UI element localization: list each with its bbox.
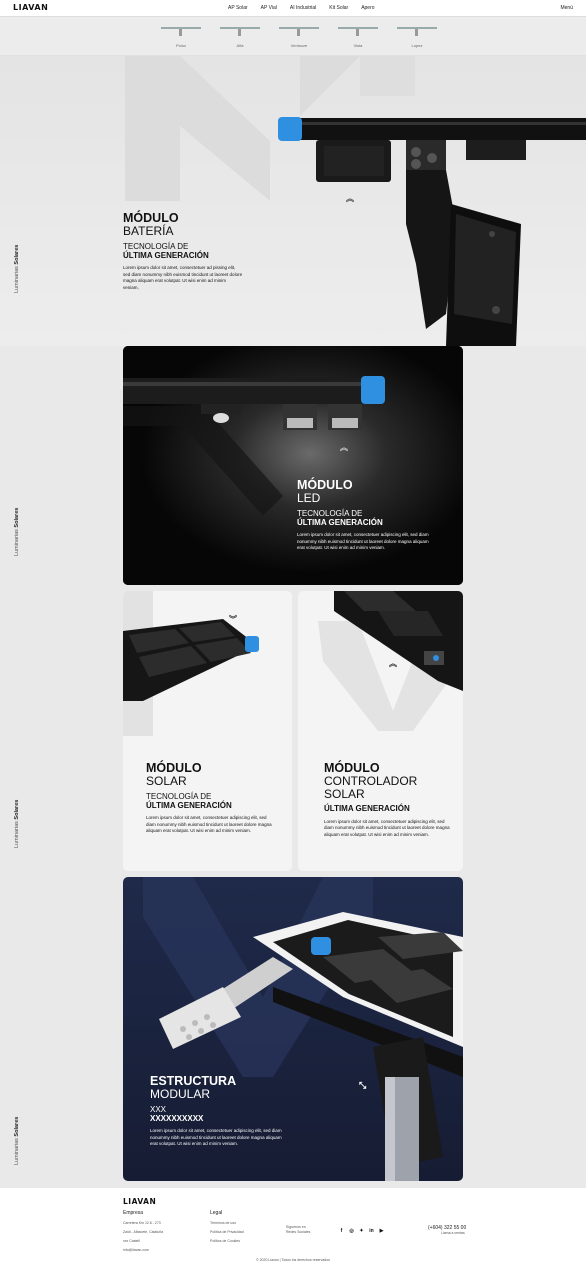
side-label: Luminarias Solares [14, 244, 20, 293]
product-subnav: Polux Alfa Ventuzze Vista Lopez [0, 17, 586, 56]
solar-sub2: ÚLTIMA GENERACIÓN [146, 800, 232, 810]
controlador-title-light: CONTROLADOR [324, 774, 418, 789]
controlador-title-light-2: SOLAR [324, 786, 365, 801]
footer-empresa-line: xxx Castell [123, 1239, 140, 1243]
footer-follow-line: Redes Sociales [286, 1230, 311, 1234]
footer-empresa-title: Empresa [123, 1210, 144, 1216]
footer-empresa-line: Carretera Km 12.6 - 273 [123, 1221, 161, 1225]
led-body: Lorem ipsum dolor sit amet, consectetuer… [297, 532, 429, 551]
product-thumb [277, 25, 321, 37]
estructura-sub1: XXX [150, 1104, 167, 1114]
subnav-label: Ventuzze [290, 43, 308, 48]
side-label: Luminarias Solares [14, 799, 20, 848]
section-controlador: ︽ MÓDULO CONTROLADOR SOLAR ÚLTIMA GENERA… [298, 591, 463, 871]
led-title: MÓDULO LED [297, 478, 437, 506]
side-label: Luminarias Solares [14, 507, 20, 556]
section-estructura: ⤡ ESTRUCTURA MODULAR XXX XXXXXXXXXX Lore… [123, 877, 463, 1181]
bateria-body: Lorem ipsum dolor sit amet, consectetuer… [123, 265, 243, 290]
footer-email-link[interactable]: info@liavan.com [123, 1248, 149, 1252]
led-sub2: ÚLTIMA GENERACIÓN [297, 517, 383, 527]
expand-arrow-icon[interactable]: ⤡ [359, 1081, 366, 1090]
solar-sub1: TECNOLOGÍA DE [146, 791, 212, 801]
estructura-title-light: MODULAR [150, 1087, 211, 1102]
scroll-up-chevron-icon[interactable]: ︽ [389, 660, 397, 668]
nav-item-ap-solar[interactable]: AP Solar [228, 5, 248, 11]
section-led: ︽ MÓDULO LED TECNOLOGÍA DE ÚLTIMA GENERA… [123, 346, 463, 585]
controlador-subtitle: ÚLTIMA GENERACIÓN [324, 804, 454, 813]
footer-follow-line: Síguenos en [286, 1225, 306, 1229]
subnav-label: Lopez [411, 43, 423, 48]
led-title-light: LED [297, 491, 321, 506]
nav-item-apero[interactable]: Apero [361, 5, 374, 11]
footer-legal-link[interactable]: Términos de uso [210, 1221, 236, 1225]
estructura-text-block: ESTRUCTURA MODULAR XXX XXXXXXXXXX Lorem … [150, 1074, 290, 1148]
instagram-icon[interactable]: ◎ [348, 1228, 355, 1234]
battery-module-image [278, 117, 586, 346]
bateria-sub1: TECNOLOGÍA DE [123, 241, 189, 251]
menu-button[interactable]: Menú [560, 5, 573, 11]
site-header: LIAVAN AP Solar AP Vial AI Industrial Ki… [0, 0, 586, 17]
footer-empresa-line: Zaidi - Albacete, Cataluña [123, 1230, 164, 1234]
estructura-subtitle: XXX XXXXXXXXXX [150, 1105, 290, 1123]
solar-body: Lorem ipsum dolor sit amet, consectetuer… [146, 815, 272, 834]
solar-title: MÓDULO SOLAR [146, 761, 276, 789]
subnav-label: Vista [353, 43, 363, 48]
product-thumb [159, 25, 203, 37]
main-nav: AP Solar AP Vial AI Industrial Kit Solar… [228, 5, 388, 11]
controlador-title: MÓDULO CONTROLADOR SOLAR [324, 761, 454, 801]
product-thumb [395, 25, 439, 37]
bateria-subtitle: TECNOLOGÍA DE ÚLTIMA GENERACIÓN [123, 242, 243, 260]
nav-item-ap-vial[interactable]: AP Vial [261, 5, 277, 11]
twitter-icon[interactable]: ✦ [358, 1228, 365, 1234]
led-subtitle: TECNOLOGÍA DE ÚLTIMA GENERACIÓN [297, 509, 437, 527]
site-footer: LIAVAN Empresa Carretera Km 12.6 - 273 Z… [0, 1188, 586, 1280]
footer-legal-title: Legal [210, 1210, 223, 1216]
estructura-body: Lorem ipsum dolor sit amet, consectetuer… [150, 1128, 282, 1147]
led-text-block: MÓDULO LED TECNOLOGÍA DE ÚLTIMA GENERACI… [297, 478, 437, 552]
estructura-sub2: XXXXXXXXXX [150, 1113, 204, 1123]
estructura-title: ESTRUCTURA MODULAR [150, 1074, 290, 1102]
social-links: f ◎ ✦ in ▶ [338, 1228, 385, 1234]
subnav-item-ventuzze[interactable]: Ventuzze [276, 25, 322, 53]
footer-copyright: © 2020 Liavan | Todos los derechos reser… [256, 1258, 330, 1262]
subnav-label: Polux [175, 43, 186, 48]
subnav-label: Alfa [236, 43, 244, 48]
footer-phone-sub: Llama a ventas [441, 1231, 465, 1235]
product-thumb [336, 25, 380, 37]
controller-module-image [318, 591, 463, 731]
side-label: Luminarias Solares [14, 1116, 20, 1165]
scroll-down-chevron-icon[interactable]: ︽ [346, 195, 354, 203]
subnav-item-lopez[interactable]: Lopez [394, 25, 440, 53]
scroll-up-chevron-icon[interactable]: ︽ [340, 444, 348, 452]
bateria-title: MÓDULO BATERÍA [123, 211, 243, 239]
nav-item-ai-industrial[interactable]: AI Industrial [290, 5, 316, 11]
bateria-title-light: BATERÍA [123, 224, 174, 239]
bateria-sub2: ÚLTIMA GENERACIÓN [123, 250, 209, 260]
led-sub1: TECNOLOGÍA DE [297, 508, 363, 518]
logo[interactable]: LIAVAN [13, 3, 48, 12]
solar-text-block: MÓDULO SOLAR TECNOLOGÍA DE ÚLTIMA GENERA… [146, 761, 276, 835]
subnav-item-alfa[interactable]: Alfa [217, 25, 263, 53]
controlador-sub2: ÚLTIMA GENERACIÓN [324, 804, 410, 814]
subnav-item-polux[interactable]: Polux [158, 25, 204, 53]
footer-logo[interactable]: LIAVAN [123, 1197, 156, 1206]
linkedin-icon[interactable]: in [368, 1228, 375, 1234]
footer-legal-link[interactable]: Política de Privacidad [210, 1230, 244, 1234]
footer-legal-link[interactable]: Política de Cookies [210, 1239, 240, 1243]
solar-module-image [123, 591, 259, 736]
solar-subtitle: TECNOLOGÍA DE ÚLTIMA GENERACIÓN [146, 792, 276, 810]
section-bateria: ︽ MÓDULO BATERÍA TECNOLOGÍA DE ÚLTIMA GE… [0, 56, 586, 346]
youtube-icon[interactable]: ▶ [378, 1228, 385, 1234]
product-thumb [218, 25, 262, 37]
nav-item-kit-solar[interactable]: Kit Solar [329, 5, 348, 11]
section-solar: ︾ MÓDULO SOLAR TECNOLOGÍA DE ÚLTIMA GENE… [123, 591, 292, 871]
subnav-item-vista[interactable]: Vista [335, 25, 381, 53]
controlador-text-block: MÓDULO CONTROLADOR SOLAR ÚLTIMA GENERACI… [324, 761, 454, 838]
scroll-down-chevron-icon[interactable]: ︾ [229, 616, 237, 624]
facebook-icon[interactable]: f [338, 1228, 345, 1234]
bateria-text-block: MÓDULO BATERÍA TECNOLOGÍA DE ÚLTIMA GENE… [123, 211, 243, 291]
solar-title-light: SOLAR [146, 774, 187, 789]
controlador-body: Lorem ipsum dolor sit amet, consectetuer… [324, 818, 450, 837]
